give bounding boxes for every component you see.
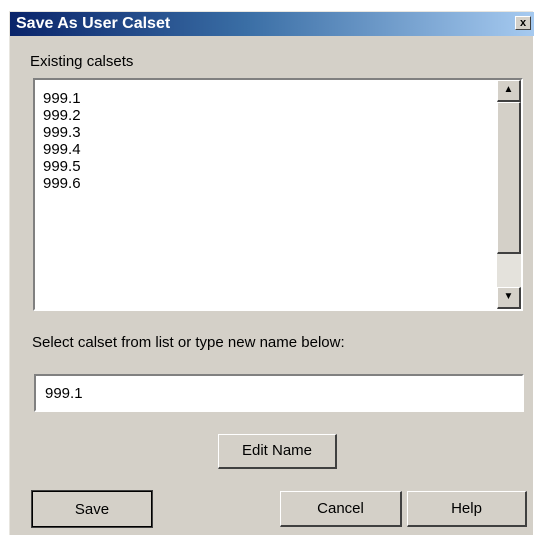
list-item[interactable]: 999.5 (43, 158, 81, 175)
window-title: Save As User Calset (16, 15, 171, 32)
existing-calsets-label: Existing calsets (30, 53, 134, 70)
list-item[interactable]: 999.2 (43, 107, 81, 124)
save-as-user-calset-dialog: Save As User Calset x Existing calsets 9… (9, 11, 534, 535)
save-button[interactable]: Save (31, 490, 153, 528)
close-icon: x (519, 17, 527, 29)
help-button[interactable]: Help (407, 491, 527, 527)
title-bar[interactable]: Save As User Calset x (10, 12, 534, 36)
triangle-up-icon: ▲ (503, 84, 514, 95)
instruction-label: Select calset from list or type new name… (32, 334, 345, 351)
list-item[interactable]: 999.3 (43, 124, 81, 141)
calset-list: 999.1 999.2 999.3 999.4 999.5 999.6 (43, 90, 81, 192)
cancel-button[interactable]: Cancel (280, 491, 402, 527)
edit-name-button[interactable]: Edit Name (218, 434, 337, 469)
close-button[interactable]: x (515, 16, 531, 30)
triangle-down-icon: ▼ (503, 291, 514, 302)
scroll-up-button[interactable]: ▲ (497, 80, 521, 102)
list-item[interactable]: 999.4 (43, 141, 81, 158)
calset-name-input[interactable] (34, 374, 524, 412)
vertical-scrollbar[interactable]: ▲ ▼ (497, 80, 521, 309)
list-item[interactable]: 999.6 (43, 175, 81, 192)
list-item[interactable]: 999.1 (43, 90, 81, 107)
scroll-down-button[interactable]: ▼ (497, 287, 521, 309)
calset-listbox[interactable]: 999.1 999.2 999.3 999.4 999.5 999.6 ▲ ▼ (33, 78, 523, 311)
scroll-thumb[interactable] (497, 102, 521, 254)
